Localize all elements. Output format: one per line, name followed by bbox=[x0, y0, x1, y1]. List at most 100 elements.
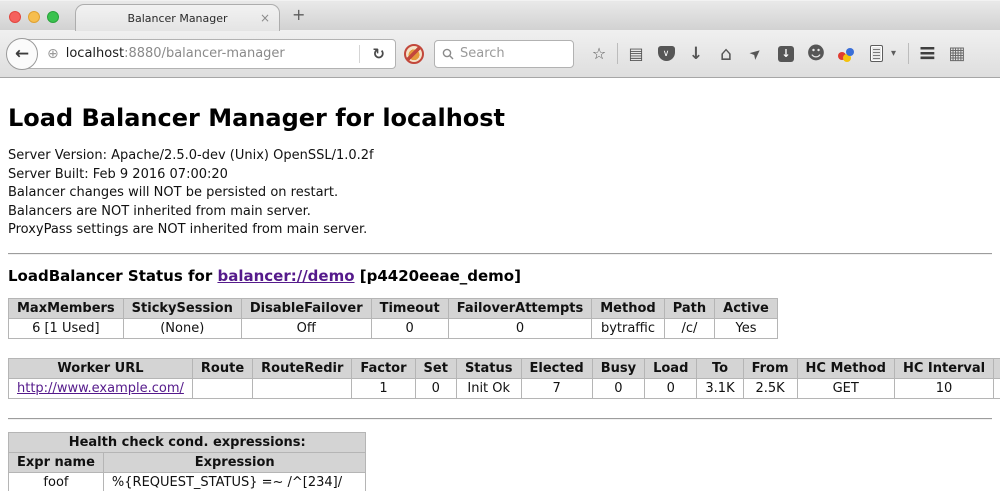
loadbalancer-status-heading: LoadBalancer Status for balancer://demo … bbox=[8, 267, 992, 285]
tab-bar: Balancer Manager × + bbox=[0, 0, 1000, 30]
reload-button[interactable]: ↻ bbox=[362, 45, 395, 63]
health-table-title: Health check cond. expressions: bbox=[9, 432, 366, 452]
cell-factor: 1 bbox=[352, 378, 415, 398]
window-controls bbox=[9, 11, 59, 23]
cell-path: /c/ bbox=[664, 318, 714, 338]
col-factor: Factor bbox=[352, 358, 415, 378]
home-icon: ⌂ bbox=[720, 43, 732, 65]
col-busy: Busy bbox=[592, 358, 644, 378]
col-expression: Expression bbox=[103, 452, 366, 472]
container-icon bbox=[870, 45, 883, 62]
col-set: Set bbox=[415, 358, 456, 378]
page-title: Load Balancer Manager for localhost bbox=[8, 104, 992, 132]
tab-title: Balancer Manager bbox=[127, 12, 227, 25]
home-button[interactable]: ⌂ bbox=[711, 39, 741, 69]
url-path: :8880/balancer-manager bbox=[124, 46, 285, 61]
balancer-demo-link[interactable]: balancer://demo bbox=[217, 267, 354, 285]
inherit-notice-line: Balancers are NOT inherited from main se… bbox=[8, 203, 992, 222]
health-check-table: Health check cond. expressions: Expr nam… bbox=[8, 432, 366, 491]
cell-stickysession: (None) bbox=[123, 318, 241, 338]
worker-table: Worker URL Route RouteRedir Factor Set S… bbox=[8, 358, 1000, 399]
extension-dropdown-button[interactable]: ▾ bbox=[891, 48, 905, 59]
col-to: To bbox=[697, 358, 743, 378]
col-stickysession: StickySession bbox=[123, 298, 241, 318]
navigation-toolbar: ← ⊕ localhost:8880/balancer-manager ↻ ☆ … bbox=[0, 30, 1000, 78]
col-active: Active bbox=[715, 298, 778, 318]
cell-elected: 7 bbox=[521, 378, 592, 398]
search-icon bbox=[442, 48, 454, 60]
share-button[interactable]: ➤ bbox=[741, 39, 771, 69]
download-panel-extension-button[interactable]: ↓ bbox=[771, 39, 801, 69]
downloads-button[interactable]: ↓ bbox=[681, 39, 711, 69]
cell-passes: 1 (0) bbox=[994, 378, 1000, 398]
close-window-button[interactable] bbox=[9, 11, 21, 23]
cell-status: Init Ok bbox=[456, 378, 521, 398]
section-divider bbox=[8, 253, 992, 255]
bookmarks-menu-button[interactable]: ▤ bbox=[621, 39, 651, 69]
cell-route bbox=[192, 378, 252, 398]
grid-icon: ▦ bbox=[948, 43, 965, 64]
keyboard-extension-button[interactable]: ▦ bbox=[942, 39, 972, 69]
cell-to: 3.1K bbox=[697, 378, 743, 398]
url-text[interactable]: localhost:8880/balancer-manager bbox=[66, 46, 358, 61]
pocket-button[interactable]: ∨ bbox=[651, 39, 681, 69]
emoji-extension-button[interactable]: ☻ bbox=[801, 39, 831, 69]
toolbar-icons: ☆ ▤ ∨ ↓ ⌂ ➤ ↓ ☻ ▾ ≡ ▦ bbox=[584, 39, 972, 69]
toolbar-separator bbox=[617, 43, 618, 64]
cell-expr-name: foof bbox=[9, 472, 104, 491]
smiley-icon: ☻ bbox=[807, 43, 826, 64]
url-bar[interactable]: ⊕ localhost:8880/balancer-manager ↻ bbox=[22, 39, 396, 69]
cell-failoverattempts: 0 bbox=[448, 318, 592, 338]
col-path: Path bbox=[664, 298, 714, 318]
col-hc-interval: HC Interval bbox=[894, 358, 993, 378]
cell-routeredir bbox=[253, 378, 352, 398]
cell-timeout: 0 bbox=[371, 318, 448, 338]
table-header-row: Expr name Expression bbox=[9, 452, 366, 472]
minimize-window-button[interactable] bbox=[28, 11, 40, 23]
globe-icon: ⊕ bbox=[47, 46, 59, 62]
col-hc-method: HC Method bbox=[797, 358, 894, 378]
server-built-line: Server Built: Feb 9 2016 07:00:20 bbox=[8, 166, 992, 185]
col-maxmembers: MaxMembers bbox=[9, 298, 124, 318]
col-disablefailover: DisableFailover bbox=[241, 298, 371, 318]
url-domain: localhost bbox=[66, 46, 124, 61]
tab-balancer-manager[interactable]: Balancer Manager × bbox=[75, 4, 280, 31]
urlbar-divider bbox=[359, 45, 360, 63]
table-title-row: Health check cond. expressions: bbox=[9, 432, 366, 452]
cell-hc-method: GET bbox=[797, 378, 894, 398]
new-tab-button[interactable]: + bbox=[292, 7, 305, 23]
col-load: Load bbox=[645, 358, 697, 378]
download-arrow-icon: ↓ bbox=[689, 44, 703, 64]
cell-load: 0 bbox=[645, 378, 697, 398]
col-elected: Elected bbox=[521, 358, 592, 378]
col-passes: Passes bbox=[994, 358, 1000, 378]
container-extension-button[interactable] bbox=[861, 39, 891, 69]
square-download-icon: ↓ bbox=[778, 46, 794, 62]
worker-url-link[interactable]: http://www.example.com/ bbox=[17, 381, 184, 396]
colored-balls-icon bbox=[837, 46, 855, 62]
back-button[interactable]: ← bbox=[6, 38, 38, 70]
server-info: Server Version: Apache/2.5.0-dev (Unix) … bbox=[8, 147, 992, 240]
clipboard-icon: ▤ bbox=[628, 44, 643, 63]
back-icon: ← bbox=[15, 44, 29, 64]
zoom-window-button[interactable] bbox=[47, 11, 59, 23]
table-row: http://www.example.com/ 1 0 Init Ok 7 0 … bbox=[9, 378, 1000, 398]
menu-button[interactable]: ≡ bbox=[912, 39, 942, 69]
pocket-icon: ∨ bbox=[658, 46, 675, 61]
col-method: Method bbox=[592, 298, 664, 318]
status-heading-suffix: [p4420eeae_demo] bbox=[355, 267, 521, 285]
plugin-blocked-icon[interactable] bbox=[404, 44, 424, 64]
star-icon: ☆ bbox=[592, 44, 606, 63]
search-bar[interactable] bbox=[434, 40, 574, 68]
bookmark-star-button[interactable]: ☆ bbox=[584, 39, 614, 69]
cell-set: 0 bbox=[415, 378, 456, 398]
tab-close-icon[interactable]: × bbox=[260, 11, 270, 25]
cell-from: 2.5K bbox=[743, 378, 797, 398]
cell-hc-interval: 10 bbox=[894, 378, 993, 398]
video-downloadhelper-button[interactable] bbox=[831, 39, 861, 69]
search-input[interactable] bbox=[460, 46, 566, 61]
cell-busy: 0 bbox=[592, 378, 644, 398]
server-version-line: Server Version: Apache/2.5.0-dev (Unix) … bbox=[8, 147, 992, 166]
browser-window: Balancer Manager × + ← ⊕ localhost:8880/… bbox=[0, 0, 1000, 491]
proxypass-notice-line: ProxyPass settings are NOT inherited fro… bbox=[8, 221, 992, 240]
